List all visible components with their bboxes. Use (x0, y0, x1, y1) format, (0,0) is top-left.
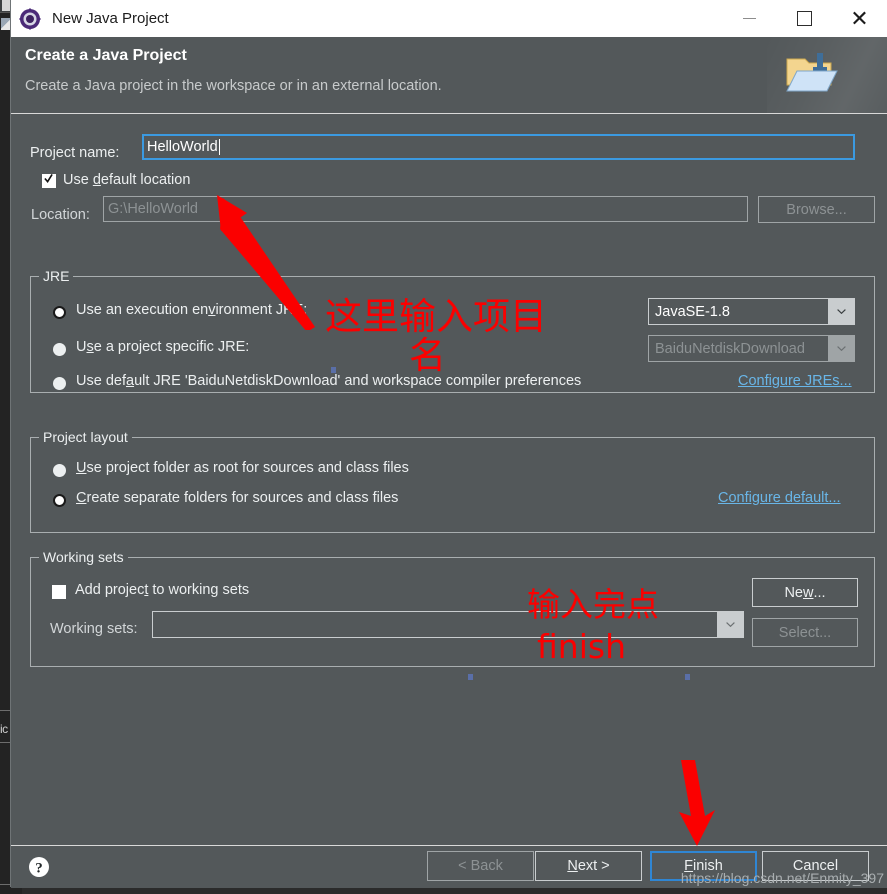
chevron-down-icon (828, 299, 854, 324)
new-java-project-folder-icon (785, 51, 839, 93)
chevron-down-icon (717, 612, 743, 637)
jre-group-legend: JRE (39, 268, 74, 284)
configure-default-link[interactable]: Configure default... (718, 490, 841, 506)
use-default-location-checkbox[interactable] (42, 174, 56, 188)
add-project-to-working-sets-checkbox[interactable] (52, 585, 66, 599)
jre-project-specific-radio[interactable] (53, 343, 66, 356)
chevron-down-icon (828, 336, 854, 361)
close-button[interactable]: ✕ (832, 0, 887, 37)
svg-text:?: ? (35, 861, 43, 877)
configure-jres-link[interactable]: Configure JREs... (738, 373, 852, 389)
jre-exec-env-label: Use an execution environment JRE: (76, 302, 308, 318)
jre-project-specific-label: Use a project specific JRE: (76, 339, 250, 355)
project-layout-group: Project layout Use project folder as roo… (30, 429, 875, 533)
back-button[interactable]: < Back (427, 851, 534, 881)
location-input[interactable]: G:\HelloWorld (103, 196, 748, 222)
working-sets-group-legend: Working sets (39, 549, 128, 565)
layout-separate-folders-radio[interactable] (53, 494, 66, 507)
minimize-button[interactable] (722, 0, 777, 37)
background-side-text: ic (0, 722, 8, 736)
next-button[interactable]: Next > (535, 851, 642, 881)
page-subtitle: Create a Java project in the workspace o… (25, 78, 442, 94)
location-label: Location: (31, 207, 90, 223)
close-icon: ✕ (850, 5, 869, 31)
dialog-title: New Java Project (52, 10, 169, 27)
header-banner (767, 37, 887, 113)
browse-button[interactable]: Browse... (758, 196, 875, 223)
jre-exec-env-radio[interactable] (53, 306, 66, 319)
layout-use-project-folder-label: Use project folder as root for sources a… (76, 460, 409, 476)
screenshot-root: ic New Java Project ✕ Create a Java Proj… (0, 0, 887, 894)
text-caret (218, 139, 220, 155)
location-value: G:\HelloWorld (108, 201, 198, 217)
annotation-note-finish-line2: finish (537, 627, 626, 666)
help-question-icon[interactable]: ? (28, 856, 50, 878)
artifact-dot (685, 674, 690, 680)
dialog-body: Project name: HelloWorld Use default loc… (11, 114, 887, 845)
dialog-footer: ? < Back Next > Finish Cancel https://bl… (11, 845, 887, 888)
new-working-set-button[interactable]: Ne w... (752, 578, 858, 607)
jre-default-radio[interactable] (53, 377, 66, 390)
layout-separate-folders-label: Create separate folders for sources and … (76, 490, 399, 506)
annotation-note-finish-line1: 输入完点 (527, 585, 659, 624)
annotation-note-project-name: 这里输入项目 名 (325, 295, 547, 377)
project-name-label: Project name: (30, 145, 120, 161)
checkmark-icon (44, 174, 53, 184)
select-working-set-button[interactable]: Select... (752, 618, 858, 647)
layout-use-project-folder-radio[interactable] (53, 464, 66, 477)
project-specific-jre-value: BaiduNetdiskDownload (655, 340, 805, 357)
execution-environment-value: JavaSE-1.8 (655, 303, 730, 320)
project-name-input[interactable]: HelloWorld (142, 134, 855, 160)
dialog-header: Create a Java Project Create a Java proj… (11, 37, 887, 114)
window-controls: ✕ (722, 0, 887, 37)
project-specific-jre-select[interactable]: BaiduNetdiskDownload (648, 335, 855, 362)
use-default-location-label: Use default location (63, 172, 191, 188)
artifact-dot (468, 674, 473, 680)
eclipse-wizard-icon (19, 8, 41, 30)
project-name-value: HelloWorld (147, 139, 218, 155)
project-layout-group-legend: Project layout (39, 429, 132, 445)
watermark-url: https://blog.csdn.net/Enmity_397 (680, 870, 884, 886)
execution-environment-select[interactable]: JavaSE-1.8 (648, 298, 855, 325)
maximize-button[interactable] (777, 0, 832, 37)
working-sets-label: Working sets: (50, 621, 138, 637)
working-sets-group: Working sets Add project to working sets… (30, 549, 875, 667)
add-project-to-working-sets-label: Add project to working sets (75, 582, 250, 598)
dialog-titlebar: New Java Project ✕ (11, 0, 887, 37)
new-java-project-dialog: New Java Project ✕ Create a Java Project… (11, 0, 887, 888)
page-title: Create a Java Project (25, 47, 187, 64)
